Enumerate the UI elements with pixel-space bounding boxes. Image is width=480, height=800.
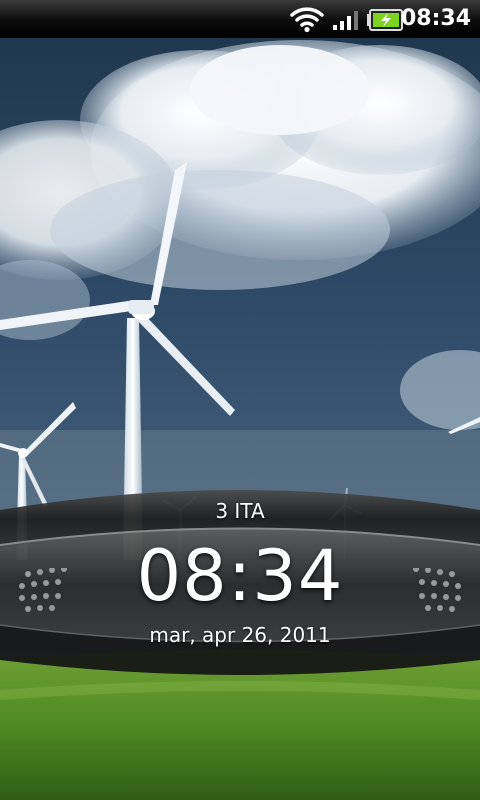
battery-charging-icon — [367, 9, 403, 31]
status-bar: 08:34 — [0, 0, 480, 38]
unlock-grip-left-icon[interactable] — [16, 568, 70, 612]
lock-date: mar, apr 26, 2011 — [149, 623, 331, 647]
carrier-label: 3 ITA — [215, 499, 265, 523]
lock-clock: 08:34 — [136, 535, 344, 617]
unlock-grip-right-icon[interactable] — [410, 568, 464, 612]
signal-icon — [333, 11, 358, 30]
wallpaper — [0, 38, 480, 800]
wifi-icon — [290, 7, 324, 33]
status-time: 08:34 — [400, 6, 471, 31]
lock-screen: 08:34 3 ITA 08:34 mar, apr 26, 2011 — [0, 0, 480, 800]
